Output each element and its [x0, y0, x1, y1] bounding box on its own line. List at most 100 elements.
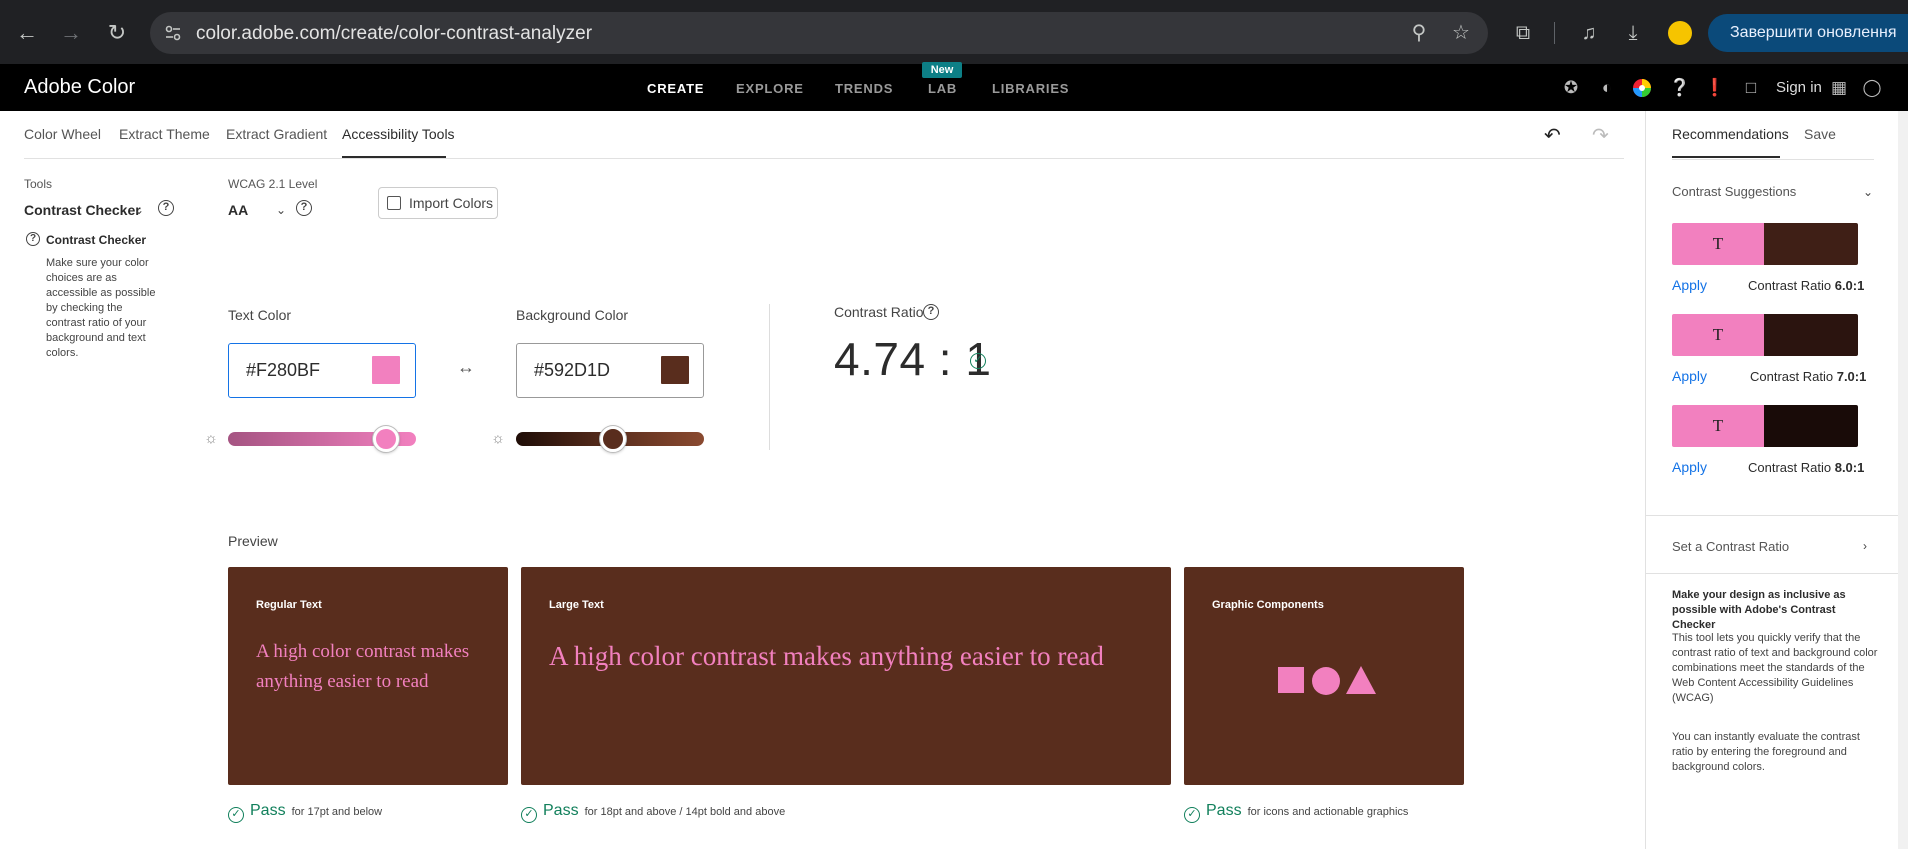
favorites-icon[interactable]: ✪: [1561, 78, 1581, 98]
background-color-value[interactable]: #592D1D: [534, 360, 610, 380]
suggestion-swatch-1[interactable]: T: [1672, 223, 1858, 265]
forward-icon[interactable]: →: [58, 20, 84, 46]
suggestion-ratio-2: Contrast Ratio 7.0:1: [1750, 369, 1866, 384]
text-color-swatch[interactable]: [372, 356, 400, 384]
profile-avatar[interactable]: [1668, 21, 1692, 45]
nav-create[interactable]: CREATE: [647, 81, 704, 96]
color-wheel-icon[interactable]: [1632, 78, 1652, 98]
nav-explore[interactable]: EXPLORE: [736, 81, 804, 96]
text-color-label: Text Color: [228, 307, 292, 323]
tools-dropdown[interactable]: Contrast Checker: [24, 202, 141, 218]
back-icon[interactable]: ←: [14, 20, 40, 46]
help-icon[interactable]: ?: [923, 304, 939, 320]
check-icon: ✓: [521, 807, 537, 823]
nav-libraries[interactable]: LIBRARIES: [992, 81, 1069, 96]
apply-suggestion-3-button[interactable]: Apply: [1672, 459, 1707, 475]
apps-grid-icon[interactable]: ▦: [1829, 78, 1849, 98]
nav-lab[interactable]: LAB: [928, 81, 957, 96]
preview-card-regular: Regular Text A high color contrast makes…: [228, 567, 508, 785]
text-brightness-slider-handle[interactable]: [373, 426, 400, 452]
text-color-value[interactable]: #F280BF: [246, 360, 320, 380]
help-icon[interactable]: ?: [296, 200, 312, 216]
address-bar[interactable]: color.adobe.com/create/color-contrast-an…: [150, 12, 1488, 54]
brand-logo[interactable]: Adobe Color: [24, 76, 135, 99]
ratio-label: Contrast Ratio: [1750, 369, 1834, 384]
sign-in-link[interactable]: Sign in: [1776, 79, 1822, 96]
suggestion-ratio-3: Contrast Ratio 8.0:1: [1748, 460, 1864, 475]
undo-icon[interactable]: ↶: [1544, 125, 1566, 147]
contrast-suggestions-heading[interactable]: Contrast Suggestions: [1672, 184, 1796, 199]
import-colors-button[interactable]: Import Colors: [378, 187, 498, 219]
tab-color-wheel[interactable]: Color Wheel: [24, 126, 101, 142]
suggestion-swatch-2[interactable]: T: [1672, 314, 1858, 356]
tab-save[interactable]: Save: [1804, 126, 1836, 142]
chevron-down-icon[interactable]: ⌄: [1863, 185, 1877, 199]
large-text-sample: A high color contrast makes anything eas…: [549, 641, 1104, 671]
wcag-label: WCAG 2.1 Level: [228, 177, 318, 191]
active-tab-indicator: [1672, 156, 1780, 158]
brightness-icon: ☼: [491, 430, 505, 447]
chevron-down-icon[interactable]: ⌄: [134, 203, 148, 217]
check-icon: ✓: [228, 807, 244, 823]
divider: [1646, 573, 1898, 574]
media-control-icon[interactable]: ♫: [1576, 20, 1602, 46]
ratio-value: 8.0:1: [1834, 460, 1865, 475]
chat-icon[interactable]: □: [1741, 78, 1761, 98]
background-color-label: Background Color: [516, 307, 629, 323]
preview-label: Preview: [228, 533, 278, 549]
nav-trends[interactable]: TRENDS: [835, 81, 893, 96]
card-title: Graphic Components: [1212, 599, 1324, 611]
url-text[interactable]: color.adobe.com/create/color-contrast-an…: [196, 23, 592, 45]
set-contrast-ratio-link[interactable]: Set a Contrast Ratio: [1672, 539, 1789, 554]
redo-icon[interactable]: ↷: [1592, 125, 1614, 147]
tools-label: Tools: [24, 177, 53, 191]
site-info-icon[interactable]: [164, 24, 182, 42]
import-icon: [387, 196, 401, 210]
suggestion-swatch-3[interactable]: T: [1672, 405, 1858, 447]
import-colors-label: Import Colors: [409, 195, 494, 211]
preview-card-large: Large Text A high color contrast makes a…: [521, 567, 1171, 785]
active-tab-indicator: [342, 156, 446, 158]
pass-note: for 18pt and above / 14pt bold and above: [584, 806, 786, 818]
wcag-level-dropdown[interactable]: AA: [228, 202, 248, 218]
card-title: Regular Text: [256, 599, 322, 611]
tab-recommendations[interactable]: Recommendations: [1672, 126, 1789, 142]
new-badge: New: [922, 62, 962, 78]
tab-extract-theme[interactable]: Extract Theme: [119, 126, 210, 142]
help-icon[interactable]: ?: [158, 200, 174, 216]
chevron-right-icon[interactable]: ›: [1863, 539, 1877, 553]
swap-colors-icon[interactable]: ↔: [456, 357, 476, 377]
tab-accessibility-tools[interactable]: Accessibility Tools: [342, 126, 455, 142]
reload-icon[interactable]: ↻: [104, 20, 130, 46]
browser-toolbar: ← → ↻ color.adobe.com/create/color-contr…: [0, 0, 1908, 64]
section-divider: [769, 304, 770, 450]
background-color-swatch[interactable]: [661, 356, 689, 384]
theme-mode-icon[interactable]: ◐: [1597, 78, 1617, 98]
scrollbar[interactable]: [1898, 111, 1908, 849]
update-button[interactable]: Завершити оновлення ⋮: [1708, 14, 1908, 52]
pass-result-graphics: ✓ Pass for icons and actionable graphics: [1184, 802, 1408, 823]
background-brightness-slider-handle[interactable]: [599, 426, 626, 452]
help-icon[interactable]: ❔: [1669, 78, 1690, 98]
zoom-icon[interactable]: ⚲: [1408, 22, 1430, 44]
check-icon: ✓: [1184, 807, 1200, 823]
suggestion-background-sample: [1764, 223, 1858, 265]
bookmark-star-icon[interactable]: ☆: [1450, 22, 1472, 44]
apply-suggestion-1-button[interactable]: Apply: [1672, 277, 1707, 293]
suggestion-ratio-1: Contrast Ratio 6.0:1: [1748, 278, 1864, 293]
feedback-icon[interactable]: ❗: [1704, 78, 1725, 98]
tab-extract-gradient[interactable]: Extract Gradient: [226, 126, 327, 142]
pass-status: Pass: [1206, 802, 1242, 819]
ratio-value: 7.0:1: [1836, 369, 1867, 384]
pass-note: for 17pt and below: [291, 806, 383, 818]
brightness-icon: ☼: [204, 430, 218, 447]
creative-cloud-icon[interactable]: ◯: [1862, 78, 1882, 98]
apply-suggestion-2-button[interactable]: Apply: [1672, 368, 1707, 384]
pass-result-large: ✓ Pass for 18pt and above / 14pt bold and …: [521, 802, 786, 823]
extensions-icon[interactable]: ⧉: [1510, 20, 1536, 46]
contrast-ratio-value: 4.74 : 1: [834, 333, 992, 385]
download-icon[interactable]: ⤓: [1620, 20, 1646, 46]
chevron-down-icon[interactable]: ⌄: [276, 203, 290, 217]
suggestion-background-sample: [1764, 405, 1858, 447]
pass-result-regular: ✓ Pass for 17pt and below: [228, 802, 383, 823]
